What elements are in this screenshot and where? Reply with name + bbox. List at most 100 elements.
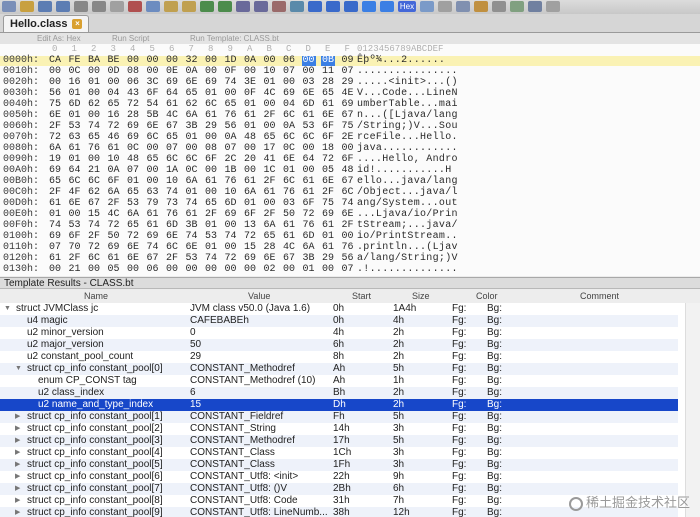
hex-byte[interactable]: 16 bbox=[68, 78, 82, 88]
hex-byte[interactable]: 00 bbox=[204, 133, 218, 143]
hex-byte[interactable]: 65 bbox=[126, 188, 140, 198]
hex-byte[interactable]: 50 bbox=[107, 232, 121, 242]
hex-row[interactable]: 0100h: 69 6F 2F 50 72 69 6E 74 53 74 72 65 61 6D 01 00 io… bbox=[0, 232, 700, 242]
hex-byte[interactable]: 69 bbox=[282, 89, 296, 99]
hex-byte[interactable]: 61 bbox=[107, 254, 121, 264]
hex-byte[interactable]: 00 bbox=[165, 56, 179, 66]
hex-byte[interactable]: 6F bbox=[243, 210, 257, 220]
hex-byte[interactable]: 01 bbox=[68, 89, 82, 99]
calculator-icon[interactable] bbox=[528, 1, 542, 12]
hex-ascii[interactable]: rceFile...Hello. bbox=[357, 133, 458, 143]
hex-byte[interactable]: 56 bbox=[224, 122, 238, 132]
hex-byte[interactable]: 67 bbox=[282, 254, 296, 264]
hex-byte[interactable]: 6A bbox=[185, 111, 199, 121]
hex-byte[interactable]: 6A bbox=[302, 243, 316, 253]
hex-byte[interactable]: 00 bbox=[146, 177, 160, 187]
hex-byte[interactable]: 72 bbox=[243, 232, 257, 242]
hex-byte[interactable]: 69 bbox=[204, 78, 218, 88]
hex-byte[interactable]: 07 bbox=[341, 67, 355, 77]
table-row[interactable]: ▶ struct cp_info constant_pool[3] CONSTANT… bbox=[0, 435, 678, 447]
hex-byte[interactable]: 65 bbox=[165, 133, 179, 143]
hex-byte[interactable]: 6C bbox=[282, 111, 296, 121]
hex-byte[interactable]: 74 bbox=[185, 232, 199, 242]
hex-byte[interactable]: 28 bbox=[321, 78, 335, 88]
bookmark-icon[interactable] bbox=[308, 1, 322, 12]
hex-byte[interactable]: 6C bbox=[87, 254, 101, 264]
hex-byte[interactable]: 6C bbox=[302, 133, 316, 143]
hex-byte[interactable]: 6E bbox=[185, 243, 199, 253]
hex-byte[interactable]: 29 bbox=[341, 78, 355, 88]
hex-row[interactable]: 00F0h: 74 53 74 72 65 61 6D 3B 01 00 13 6A 61 76 61 2F tS… bbox=[0, 221, 700, 231]
hex-byte[interactable]: 01 bbox=[282, 166, 296, 176]
hex-byte[interactable]: 67 bbox=[87, 199, 101, 209]
hex-byte[interactable]: 69 bbox=[48, 166, 62, 176]
hex-byte[interactable]: 61 bbox=[107, 144, 121, 154]
hex-row[interactable]: 00E0h: 01 00 15 4C 6A 61 76 61 2F 69 6F 2F 50 72 69 6E..… bbox=[0, 210, 700, 220]
hex-byte[interactable]: 01 bbox=[48, 210, 62, 220]
hex-byte[interactable]: 65 bbox=[263, 232, 277, 242]
hex-row[interactable]: 00B0h: 65 6C 6C 6F 01 00 10 6A 61 76 61 2F 6C 61 6E 67 el… bbox=[0, 177, 700, 187]
hex-byte[interactable]: 2F bbox=[263, 177, 277, 187]
hex-byte[interactable]: 00 bbox=[204, 166, 218, 176]
hex-byte[interactable]: 67 bbox=[165, 122, 179, 132]
hex-byte[interactable]: 6F bbox=[107, 177, 121, 187]
table-row[interactable]: enum CP_CONST tag CONSTANT_Methodref (10)… bbox=[0, 375, 678, 387]
hex-byte[interactable]: 10 bbox=[224, 188, 238, 198]
replace-icon[interactable] bbox=[272, 1, 286, 12]
hex-byte[interactable]: 4C bbox=[165, 111, 179, 121]
hex-byte[interactable]: 6C bbox=[165, 243, 179, 253]
hex-byte[interactable]: 6E bbox=[126, 254, 140, 264]
hex-byte[interactable]: 00 bbox=[243, 144, 257, 154]
hex-byte[interactable]: 00 bbox=[87, 111, 101, 121]
hex-byte[interactable]: 6E bbox=[263, 254, 277, 264]
hex-byte[interactable]: 54 bbox=[146, 100, 160, 110]
hex-byte[interactable]: 0C bbox=[68, 67, 82, 77]
hex-byte[interactable]: 64 bbox=[68, 166, 82, 176]
hex-byte[interactable]: 6A bbox=[107, 188, 121, 198]
close-icon[interactable]: × bbox=[72, 19, 83, 30]
hex-byte[interactable]: 29 bbox=[321, 254, 335, 264]
hex-byte[interactable]: 76 bbox=[302, 221, 316, 231]
hex-byte[interactable]: 28 bbox=[126, 111, 140, 121]
hex-byte[interactable]: 00 bbox=[126, 56, 140, 66]
tools-icon[interactable] bbox=[492, 1, 506, 12]
hex-byte[interactable]: 4C bbox=[282, 243, 296, 253]
hex-byte[interactable]: BA bbox=[87, 56, 101, 66]
hex-byte[interactable]: 61 bbox=[48, 199, 62, 209]
hex-byte[interactable]: 09 bbox=[341, 56, 355, 66]
hex-byte[interactable]: 06 bbox=[282, 56, 296, 66]
hex-byte[interactable]: 00 bbox=[243, 265, 257, 275]
hex-byte[interactable]: 74 bbox=[165, 188, 179, 198]
hex-byte[interactable]: 00 bbox=[263, 100, 277, 110]
table-row[interactable]: ▶ struct cp_info constant_pool[4] CONSTANT… bbox=[0, 447, 678, 459]
hex-byte[interactable]: 29 bbox=[204, 122, 218, 132]
hex-byte[interactable]: 48 bbox=[243, 133, 257, 143]
collapsed-triangle-icon[interactable]: ▶ bbox=[15, 495, 20, 507]
hex-byte[interactable]: 2F bbox=[87, 232, 101, 242]
hex-byte[interactable]: 0F bbox=[243, 89, 257, 99]
undo-icon[interactable] bbox=[200, 1, 214, 12]
table-row[interactable]: ▶ struct cp_info constant_pool[1] CONSTANT… bbox=[0, 411, 678, 423]
hex-byte[interactable]: 07 bbox=[165, 144, 179, 154]
hex-ascii[interactable]: V...Code...LineN bbox=[357, 89, 458, 99]
hex-byte[interactable]: 69 bbox=[126, 122, 140, 132]
hex-ascii[interactable]: a/lang/String;)V bbox=[357, 254, 458, 264]
hex-byte[interactable]: 61 bbox=[48, 254, 62, 264]
copy-icon[interactable] bbox=[146, 1, 160, 12]
hex-row[interactable]: 00A0h: 69 64 21 0A 07 00 1A 0C 00 1B 00 1C 01 00 05 48 id… bbox=[0, 166, 700, 176]
hex-byte[interactable]: 00 bbox=[204, 265, 218, 275]
hex-byte[interactable]: 50 bbox=[282, 210, 296, 220]
hex-byte[interactable]: 74 bbox=[87, 122, 101, 132]
hex-byte[interactable]: 07 bbox=[341, 265, 355, 275]
hex-byte[interactable]: 00 bbox=[185, 265, 199, 275]
back-icon[interactable] bbox=[362, 1, 376, 12]
hex-byte[interactable]: 65 bbox=[48, 177, 62, 187]
hex-byte[interactable]: 74 bbox=[204, 254, 218, 264]
hex-byte[interactable]: 4C bbox=[263, 89, 277, 99]
hex-ascii[interactable]: /Object...java/l bbox=[357, 188, 458, 198]
col-start[interactable]: Start bbox=[352, 291, 371, 301]
hex-byte[interactable]: 6E bbox=[68, 199, 82, 209]
hex-byte[interactable]: 76 bbox=[341, 243, 355, 253]
hex-byte[interactable]: 73 bbox=[165, 199, 179, 209]
table-row[interactable]: ▼ struct cp_info constant_pool[0] CONSTANT… bbox=[0, 363, 678, 375]
